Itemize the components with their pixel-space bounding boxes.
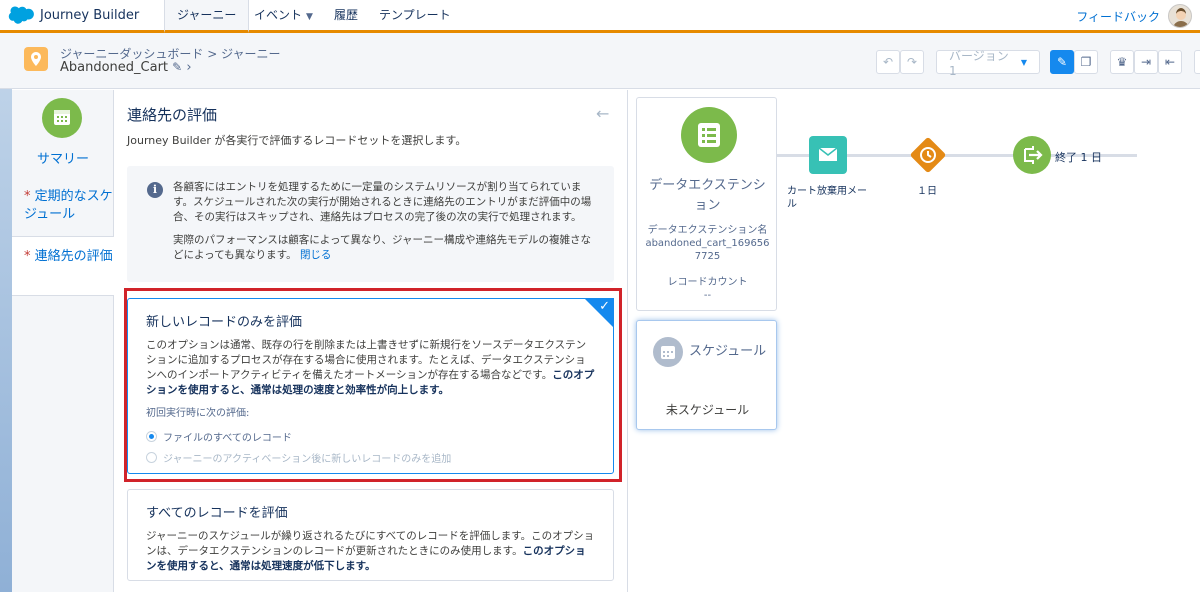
initial-run-label: 初回実行時に次の評価: bbox=[146, 408, 250, 419]
required-marker: * bbox=[24, 249, 31, 264]
exit-icon: ⇥ bbox=[1140, 55, 1152, 69]
sidebar-item-label: 連絡先の評価 bbox=[34, 249, 113, 264]
close-link[interactable]: 閉じる bbox=[300, 249, 332, 261]
top-nav: Journey Builder ジャーニー イベント ▼ 履歴 テンプレート フィ… bbox=[0, 0, 1200, 33]
version-label: バージョン 1 bbox=[949, 48, 1009, 78]
exit-icon bbox=[1013, 136, 1051, 174]
entry-source-card[interactable]: データエクステンション データエクステンション名 abandoned_cart_… bbox=[636, 97, 777, 311]
journey-header: ジャーニーダッシュボード > ジャーニー Abandoned_Cart ✎ › … bbox=[0, 33, 1200, 89]
pencil-icon: ✎ bbox=[1056, 55, 1068, 69]
info-paragraph-1: 各顧客にはエントリを処理するために一定量のシステムリソースが割り当てられています… bbox=[173, 181, 592, 223]
option-body: このオプションは通常、既存の行を削除または上書きせずに新規行をソースデータエクス… bbox=[146, 338, 595, 398]
copy-icon: ❐ bbox=[1080, 55, 1092, 69]
chevron-down-icon: ▼ bbox=[306, 12, 313, 22]
tab-journey[interactable]: ジャーニー bbox=[164, 0, 250, 33]
goal-button[interactable]: ♛ bbox=[1110, 50, 1134, 74]
sidebar-item-label: 定期的なスケジュール bbox=[24, 189, 113, 222]
option-all-records-card[interactable]: すべてのレコードを評価 ジャーニーのスケジュールが繰り返されるたびにすべてのレコ… bbox=[127, 489, 614, 581]
salesforce-logo-icon bbox=[8, 6, 34, 24]
contact-evaluation-panel: 連絡先の評価 ← Journey Builder が各実行で評価するレコードセッ… bbox=[114, 90, 628, 592]
entry-title: データエクステンション bbox=[649, 178, 766, 213]
calendar-icon bbox=[653, 337, 683, 367]
sidebar-item-summary[interactable]: サマリー bbox=[12, 148, 114, 167]
tab-events[interactable]: イベント ▼ bbox=[242, 0, 325, 30]
checkmark-icon: ✓ bbox=[599, 299, 610, 314]
avatar[interactable] bbox=[1168, 4, 1192, 28]
de-name-value: abandoned_cart_1696567725 bbox=[645, 238, 770, 262]
email-icon bbox=[809, 136, 847, 174]
schedule-card[interactable]: スケジュール 未スケジュール bbox=[636, 320, 777, 430]
email-activity-node[interactable] bbox=[809, 136, 847, 177]
wait-activity-node[interactable] bbox=[909, 136, 947, 177]
tab-events-label: イベント bbox=[254, 8, 303, 22]
tab-templates-label: テンプレート bbox=[379, 8, 451, 22]
radio-all-records[interactable]: ファイルのすべてのレコード bbox=[146, 429, 595, 444]
required-marker: * bbox=[24, 189, 31, 204]
trophy-icon: ♛ bbox=[1116, 55, 1128, 69]
journey-canvas: データエクステンション データエクステンション名 abandoned_cart_… bbox=[629, 90, 1200, 592]
settings-button[interactable]: ⇤ bbox=[1158, 50, 1182, 74]
pencil-icon[interactable]: ✎ bbox=[172, 60, 182, 74]
feedback-link[interactable]: フィードバック bbox=[1076, 8, 1160, 25]
sidebar-item-contact-evaluation[interactable]: * 連絡先の評価 bbox=[24, 248, 114, 266]
tab-history[interactable]: 履歴 bbox=[322, 0, 370, 30]
calendar-icon bbox=[42, 98, 82, 138]
de-name-block: データエクステンション名 abandoned_cart_1696567725 bbox=[637, 224, 778, 263]
arrow-left-icon[interactable]: ← bbox=[596, 104, 609, 123]
copy-button[interactable]: ❐ bbox=[1074, 50, 1098, 74]
redo-icon: ↷ bbox=[906, 55, 918, 69]
exit-node-label: 終了 1 日 bbox=[1055, 151, 1102, 164]
info-paragraph-2-wrapper: 実際のパフォーマンスは顧客によって異なり、ジャーニー構成や連絡先モデルの複雑さな… bbox=[173, 233, 596, 263]
option-body-text: このオプションは通常、既存の行を削除または上書きせずに新規行をソースデータエクス… bbox=[146, 339, 587, 381]
radio-label: ジャーニーのアクティベーション後に新しいレコードのみを追加 bbox=[163, 454, 452, 465]
info-paragraph-2: 実際のパフォーマンスは顧客によって異なり、ジャーニー構成や連絡先モデルの複雑さな… bbox=[173, 234, 592, 261]
option-title: すべてのレコードを評価 bbox=[146, 506, 288, 521]
option-body: ジャーニーのスケジュールが繰り返されるたびにすべてのレコードを評価します。このオ… bbox=[146, 529, 595, 574]
record-count-value: -- bbox=[703, 290, 712, 301]
radio-button[interactable] bbox=[146, 452, 157, 463]
option-new-records-card[interactable]: ✓ 新しいレコードのみを評価 このオプションは通常、既存の行を削除または上書きせ… bbox=[127, 298, 614, 474]
exit-node[interactable] bbox=[1013, 136, 1051, 177]
option-title: 新しいレコードのみを評価 bbox=[146, 315, 303, 330]
settings-sidebar: サマリー * 定期的なスケジュール * 連絡先の評価 bbox=[12, 90, 115, 592]
chevron-down-icon: ▼ bbox=[1020, 57, 1027, 67]
version-select[interactable]: バージョン 1 ▼ bbox=[936, 49, 1040, 78]
record-count-label: レコードカウント bbox=[667, 277, 748, 288]
clock-icon bbox=[910, 137, 946, 173]
redo-button[interactable]: ↷ bbox=[900, 50, 924, 74]
more-button[interactable] bbox=[1194, 50, 1200, 74]
user-avatar-icon bbox=[1173, 8, 1189, 27]
info-notice: i 各顧客にはエントリを処理するために一定量のシステムリソースが割り当てられてい… bbox=[127, 166, 614, 282]
undo-button[interactable]: ↶ bbox=[876, 50, 900, 74]
schedule-title: スケジュール bbox=[689, 344, 767, 359]
sidebar-active-highlight bbox=[12, 236, 115, 296]
undo-icon: ↶ bbox=[882, 55, 894, 69]
settings-icon: ⇤ bbox=[1164, 55, 1176, 69]
panel-description: Journey Builder が各実行で評価するレコードセットを選択します。 bbox=[127, 134, 467, 147]
info-icon: i bbox=[147, 182, 163, 198]
tab-journey-label: ジャーニー bbox=[177, 8, 237, 22]
data-extension-icon bbox=[681, 107, 737, 163]
radio-label: ファイルのすべてのレコード bbox=[163, 433, 292, 444]
journey-name[interactable]: Abandoned_Cart ✎ › bbox=[60, 60, 192, 75]
panel-title: 連絡先の評価 bbox=[127, 106, 218, 124]
schedule-status: 未スケジュール bbox=[665, 403, 750, 417]
wait-node-label: １日 bbox=[917, 186, 937, 197]
radio-button-selected[interactable] bbox=[146, 431, 157, 442]
exit-criteria-button[interactable]: ⇥ bbox=[1134, 50, 1158, 74]
left-decorative-strip bbox=[0, 33, 12, 592]
record-count-block: レコードカウント -- bbox=[637, 276, 778, 302]
tab-templates[interactable]: テンプレート bbox=[367, 0, 463, 30]
tab-history-label: 履歴 bbox=[334, 8, 359, 22]
de-name-label: データエクステンション名 bbox=[647, 225, 768, 236]
radio-new-records-only[interactable]: ジャーニーのアクティベーション後に新しいレコードのみを追加 bbox=[146, 450, 595, 465]
journey-name-text: Abandoned_Cart bbox=[60, 60, 169, 75]
edit-button[interactable]: ✎ bbox=[1050, 50, 1074, 74]
journey-icon bbox=[24, 47, 48, 71]
chevron-right-icon[interactable]: › bbox=[186, 60, 191, 75]
email-node-label: カート放棄用メール bbox=[787, 186, 867, 210]
sidebar-item-recurring-schedule[interactable]: * 定期的なスケジュール bbox=[24, 188, 114, 224]
app-name: Journey Builder bbox=[40, 8, 140, 23]
